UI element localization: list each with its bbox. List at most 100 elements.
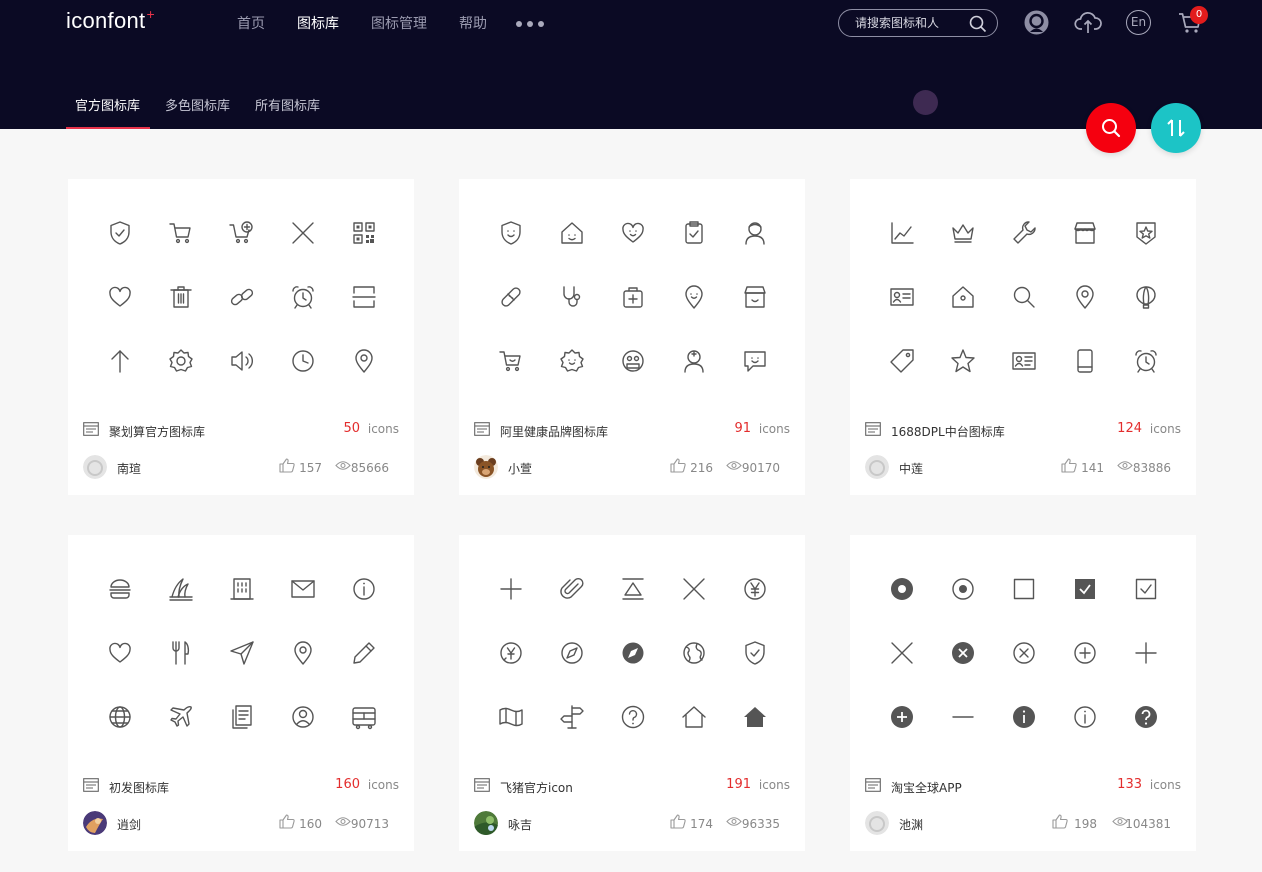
thumb-up-icon[interactable] — [1052, 814, 1068, 829]
checkbox-empty-icon[interactable] — [1010, 575, 1038, 603]
plus-icon[interactable] — [1132, 639, 1160, 667]
mail-icon[interactable] — [289, 575, 317, 603]
library-name[interactable]: 聚划算官方图标库 — [109, 423, 205, 440]
wrench-icon[interactable] — [1010, 219, 1038, 247]
upload-cloud-icon[interactable] — [1074, 10, 1102, 35]
thumb-up-icon[interactable] — [670, 814, 686, 829]
sort-fab-button[interactable] — [1151, 103, 1201, 153]
medicine-bag-icon[interactable] — [619, 283, 647, 311]
avatar[interactable] — [83, 811, 107, 835]
gear-face-icon[interactable] — [558, 347, 586, 375]
close-icon[interactable] — [289, 219, 317, 247]
settings-icon[interactable] — [167, 347, 195, 375]
tablet-icon[interactable] — [1071, 347, 1099, 375]
bandage-icon[interactable] — [497, 283, 525, 311]
location-face-icon[interactable] — [680, 283, 708, 311]
opera-house-icon[interactable] — [167, 575, 195, 603]
link-icon[interactable] — [228, 283, 256, 311]
library-name[interactable]: 淘宝全球APP — [891, 779, 962, 796]
icon-library-card[interactable]: 初发图标库 160 icons 逍剑 160 90713 — [68, 535, 414, 851]
top-align-icon[interactable] — [619, 575, 647, 603]
heart-face-icon[interactable] — [619, 219, 647, 247]
avatar[interactable] — [474, 811, 498, 835]
author-name[interactable]: 咏吉 — [508, 816, 532, 833]
tab-multicolor[interactable]: 多色图标库 — [156, 95, 240, 129]
plus-circle-icon[interactable] — [1071, 639, 1099, 667]
compass-icon[interactable] — [558, 639, 586, 667]
shield-face-icon[interactable] — [497, 219, 525, 247]
user-avatar-icon[interactable] — [1024, 10, 1049, 35]
home-icon[interactable] — [680, 703, 708, 731]
shield-check-icon[interactable] — [741, 639, 769, 667]
icon-library-card[interactable]: 1688DPL中台图标库 124 icons 中莲 141 83886 — [850, 179, 1196, 495]
search-fab-button[interactable] — [1086, 103, 1136, 153]
shield-check-icon[interactable] — [106, 219, 134, 247]
location-icon[interactable] — [289, 639, 317, 667]
icon-library-card[interactable]: 淘宝全球APP 133 icons 池渊 198 104381 — [850, 535, 1196, 851]
checkbox-checked-filled-icon[interactable] — [1071, 575, 1099, 603]
icon-library-card[interactable]: 聚划算官方图标库 50 icons 南瑄 157 85666 — [68, 179, 414, 495]
plus-icon[interactable] — [497, 575, 525, 603]
map-icon[interactable] — [497, 703, 525, 731]
icon-library-card[interactable]: 阿里健康品牌图标库 91 icons 小萱 216 90170 — [459, 179, 805, 495]
home-filled-icon[interactable] — [741, 703, 769, 731]
location-icon[interactable] — [1071, 283, 1099, 311]
radio-filled-icon[interactable] — [888, 575, 916, 603]
shop-icon[interactable] — [1071, 219, 1099, 247]
globe-earth-icon[interactable] — [680, 639, 708, 667]
cutlery-icon[interactable] — [167, 639, 195, 667]
yen-circle-icon[interactable] — [741, 575, 769, 603]
thumb-up-icon[interactable] — [1061, 458, 1077, 473]
house-icon[interactable] — [949, 283, 977, 311]
author-name[interactable]: 南瑄 — [117, 460, 141, 477]
nav-icon-library[interactable]: 图标库 — [297, 13, 339, 33]
shopping-cart-icon[interactable] — [167, 219, 195, 247]
nav-home[interactable]: 首页 — [237, 13, 265, 33]
author-name[interactable]: 小萱 — [508, 460, 532, 477]
burger-icon[interactable] — [106, 575, 134, 603]
close-icon[interactable] — [888, 639, 916, 667]
thumb-up-icon[interactable] — [279, 814, 295, 829]
crown-icon[interactable] — [949, 219, 977, 247]
plus-circle-filled-icon[interactable] — [888, 703, 916, 731]
user-circle-icon[interactable] — [289, 703, 317, 731]
search-icon[interactable] — [969, 15, 987, 33]
store-icon[interactable] — [741, 283, 769, 311]
scan-icon[interactable] — [350, 283, 378, 311]
clipboard-check-icon[interactable] — [680, 219, 708, 247]
star-icon[interactable] — [949, 347, 977, 375]
checkbox-checked-icon[interactable] — [1132, 575, 1160, 603]
arrow-up-icon[interactable] — [106, 347, 134, 375]
info-icon[interactable] — [1071, 703, 1099, 731]
tab-official[interactable]: 官方图标库 — [66, 95, 151, 129]
location-icon[interactable] — [350, 347, 378, 375]
logo[interactable]: iconfont+ — [66, 6, 155, 34]
heart-icon[interactable] — [106, 639, 134, 667]
avatar[interactable] — [865, 455, 889, 479]
bus-icon[interactable] — [350, 703, 378, 731]
alarm-clock-icon[interactable] — [1132, 347, 1160, 375]
yen-compass-icon[interactable] — [497, 639, 525, 667]
avatar[interactable] — [865, 811, 889, 835]
home-face-icon[interactable] — [558, 219, 586, 247]
library-name[interactable]: 1688DPL中台图标库 — [891, 423, 1005, 440]
question-circle-icon[interactable] — [619, 703, 647, 731]
heart-icon[interactable] — [106, 283, 134, 311]
question-filled-icon[interactable] — [1132, 703, 1160, 731]
nav-icon-manage[interactable]: 图标管理 — [371, 13, 427, 33]
search-icon[interactable] — [1010, 283, 1038, 311]
nurse-icon[interactable] — [680, 347, 708, 375]
doctor-icon[interactable] — [741, 219, 769, 247]
info-icon[interactable] — [350, 575, 378, 603]
id-card-icon[interactable] — [888, 283, 916, 311]
nav-help[interactable]: 帮助 — [459, 13, 487, 33]
author-name[interactable]: 中莲 — [899, 460, 923, 477]
compass-filled-icon[interactable] — [619, 639, 647, 667]
thumb-up-icon[interactable] — [279, 458, 295, 473]
documents-icon[interactable] — [228, 703, 256, 731]
library-name[interactable]: 飞猪官方icon — [500, 779, 573, 796]
library-name[interactable]: 初发图标库 — [109, 779, 169, 796]
library-name[interactable]: 阿里健康品牌图标库 — [500, 423, 608, 440]
pencil-icon[interactable] — [350, 639, 378, 667]
close-icon[interactable] — [680, 575, 708, 603]
